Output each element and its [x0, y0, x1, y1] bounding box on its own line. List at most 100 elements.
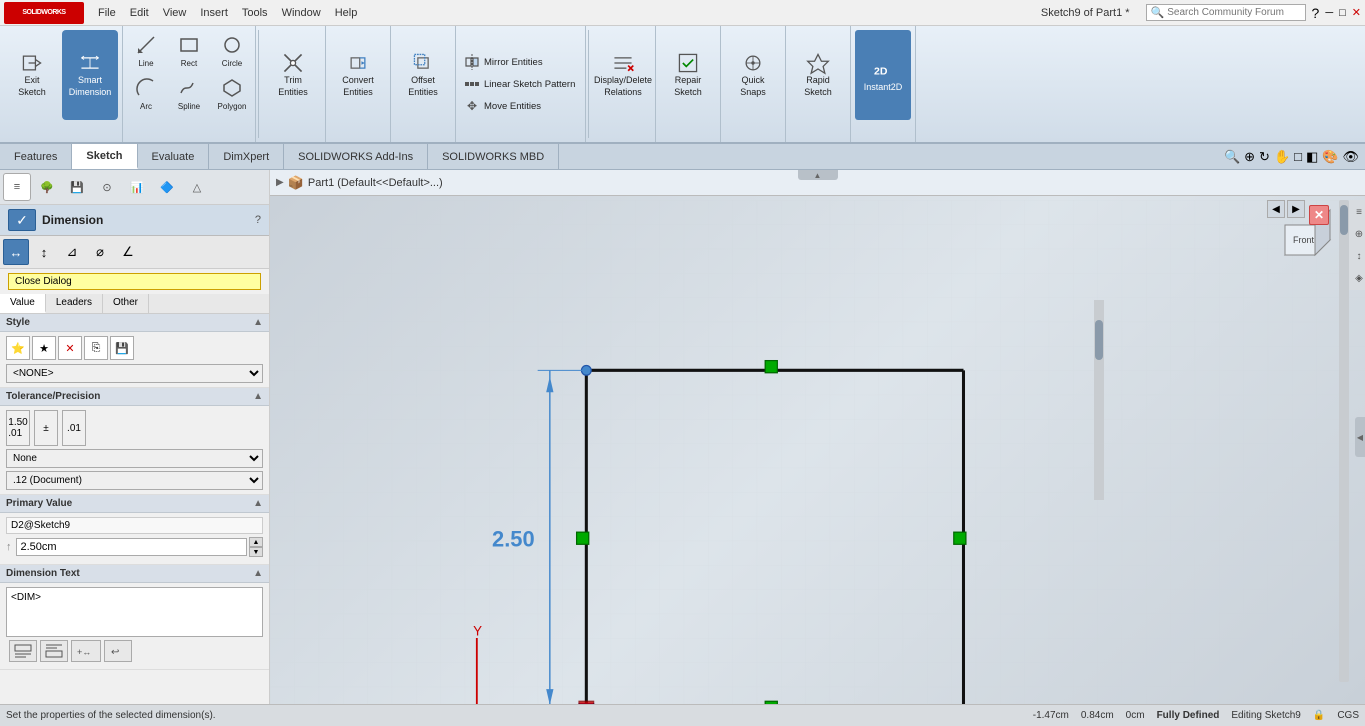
spin-up-button[interactable]: ▲ — [249, 537, 263, 547]
dimension-help-button[interactable]: ? — [255, 214, 261, 226]
style-btn-copy[interactable]: ⎘ — [84, 336, 108, 360]
search-input[interactable] — [1167, 7, 1287, 18]
trim-entities-button[interactable]: TrimEntities — [265, 30, 321, 120]
primary-value-section-header[interactable]: Primary Value ▲ — [0, 495, 269, 513]
style-dropdown[interactable]: <NONE> — [6, 364, 263, 383]
view-options-btn[interactable]: ≡ — [1349, 202, 1365, 222]
precision-dropdown[interactable]: .12 (Document) — [6, 471, 263, 490]
tolerance-section-header[interactable]: Tolerance/Precision ▲ — [0, 388, 269, 406]
canvas-nav-right[interactable]: ▶ — [1287, 200, 1305, 218]
tolerance-section-content: 1.50.01 ± .01 None .12 (Document) — [0, 406, 269, 495]
panel-tab-list[interactable]: ≡ — [3, 173, 31, 201]
dim-tab-other[interactable]: Other — [103, 294, 149, 313]
exit-sketch-button[interactable]: ExitSketch — [4, 30, 60, 120]
quick-snaps-button[interactable]: QuickSnaps — [725, 30, 781, 120]
close-dialog-button[interactable]: Close Dialog — [8, 273, 261, 290]
dim-tool-btn-2[interactable]: ↕ — [31, 239, 57, 265]
style-btn-1[interactable]: ⭐ — [6, 336, 30, 360]
menu-edit[interactable]: Edit — [124, 5, 155, 21]
dim-text-btn-1[interactable] — [9, 640, 37, 662]
menu-insert[interactable]: Insert — [194, 5, 234, 21]
panel-tab-save[interactable]: 💾 — [63, 173, 91, 201]
menu-window[interactable]: Window — [276, 5, 327, 21]
tab-mbd[interactable]: SOLIDWORKS MBD — [428, 144, 559, 169]
menu-help[interactable]: Help — [329, 5, 364, 21]
style-section-header[interactable]: Style ▲ — [0, 314, 269, 332]
spline-tool-button[interactable]: Spline — [168, 73, 210, 115]
instant2d-button[interactable]: 2D Instant2D — [855, 30, 911, 120]
search-box[interactable]: 🔍 — [1146, 4, 1306, 21]
menu-tools[interactable]: Tools — [236, 5, 274, 21]
view-orient-icon[interactable]: 🔍 — [1224, 149, 1240, 165]
dim-tool-btn-5[interactable]: ∠ — [115, 239, 141, 265]
display-style-icon[interactable]: □ — [1294, 149, 1302, 164]
canvas-vscroll[interactable] — [1339, 200, 1349, 682]
tree-expand-arrow[interactable]: ▶ — [276, 177, 284, 188]
view-select-btn[interactable]: ◈ — [1349, 268, 1365, 288]
view-zoom-icon[interactable]: ⊕ — [1244, 149, 1255, 165]
polygon-tool-button[interactable]: Polygon — [211, 73, 253, 115]
panel-tab-tree[interactable]: 🌳 — [33, 173, 61, 201]
menu-file[interactable]: File — [92, 5, 122, 21]
canvas-nav-left[interactable]: ◀ — [1267, 200, 1285, 218]
menu-view[interactable]: View — [157, 5, 193, 21]
line-tool-button[interactable]: Line — [125, 30, 167, 72]
dim-text-btn-3[interactable]: +↔ — [71, 640, 101, 662]
move-entities-button[interactable]: ✥ Move Entities — [460, 96, 545, 116]
canvas-close-button[interactable]: ✕ — [1309, 205, 1329, 225]
panel-tab-extra1[interactable]: 🔷 — [153, 173, 181, 201]
dim-tool-btn-4[interactable]: ⌀ — [87, 239, 113, 265]
dim-tool-btn-1[interactable]: ↔ — [3, 239, 29, 265]
tolerance-icon-2: ± — [34, 410, 58, 446]
repair-sketch-button[interactable]: RepairSketch — [660, 30, 716, 120]
sketch-canvas[interactable]: X Y — [270, 200, 1365, 704]
tab-evaluate[interactable]: Evaluate — [138, 144, 210, 169]
smart-dimension-button[interactable]: SmartDimension — [62, 30, 118, 120]
style-btn-add[interactable]: ★ — [32, 336, 56, 360]
tab-sketch[interactable]: Sketch — [72, 144, 137, 169]
tab-addins[interactable]: SOLIDWORKS Add-Ins — [284, 144, 428, 169]
circle-tool-button[interactable]: Circle — [211, 30, 253, 72]
display-delete-button[interactable]: Display/DeleteRelations — [595, 30, 651, 120]
tab-features[interactable]: Features — [0, 144, 72, 169]
view-zoom-fit-btn[interactable]: ⊕ — [1349, 224, 1365, 244]
panel-tab-target[interactable]: ⊙ — [93, 173, 121, 201]
tab-dimxpert[interactable]: DimXpert — [209, 144, 284, 169]
mirror-entities-button[interactable]: Mirror Entities — [460, 52, 547, 72]
offset-entities-button[interactable]: OffsetEntities — [395, 30, 451, 120]
maximize-btn[interactable]: □ — [1339, 7, 1346, 19]
dim-text-btn-2[interactable] — [40, 640, 68, 662]
style-btn-delete[interactable]: ✕ — [58, 336, 82, 360]
dim-tab-value[interactable]: Value — [0, 294, 46, 313]
hide-show-icon[interactable]: 👁 — [1342, 149, 1359, 165]
view-pan-icon[interactable]: ✋ — [1274, 149, 1290, 165]
offset-entities-icon — [411, 51, 435, 75]
dim-text-section-header[interactable]: Dimension Text ▲ — [0, 565, 269, 583]
top-collapse-button[interactable]: ▲ — [798, 170, 838, 180]
dim-text-area[interactable]: <DIM> — [6, 587, 263, 637]
spin-down-button[interactable]: ▼ — [249, 547, 263, 557]
convert-entities-button[interactable]: ConvertEntities — [330, 30, 386, 120]
dim-tool-btn-3[interactable]: ⊿ — [59, 239, 85, 265]
dim-tab-leaders[interactable]: Leaders — [46, 294, 103, 313]
panel-tab-extra2[interactable]: △ — [183, 173, 211, 201]
tolerance-dropdown[interactable]: None — [6, 449, 263, 468]
arc-tool-button[interactable]: Arc — [125, 73, 167, 115]
dimension-accept-button[interactable]: ✓ — [8, 209, 36, 231]
primary-value-input[interactable] — [16, 538, 248, 556]
section-view-icon[interactable]: ◧ — [1306, 149, 1318, 165]
panel-tab-chart[interactable]: 📊 — [123, 173, 151, 201]
help-icon[interactable]: ? — [1312, 5, 1320, 21]
canvas-vscroll-thumb[interactable] — [1340, 205, 1348, 235]
right-collapse-button[interactable]: ◀ — [1355, 417, 1365, 457]
minimize-btn[interactable]: ─ — [1325, 7, 1333, 19]
rect-tool-button[interactable]: Rect — [168, 30, 210, 72]
close-btn[interactable]: ✕ — [1352, 6, 1361, 19]
view-rotate-icon[interactable]: ↻ — [1259, 149, 1270, 165]
appearance-icon[interactable]: 🎨 — [1322, 149, 1338, 165]
style-btn-save[interactable]: 💾 — [110, 336, 134, 360]
linear-pattern-button[interactable]: Linear Sketch Pattern — [460, 74, 579, 94]
rapid-sketch-button[interactable]: RapidSketch — [790, 30, 846, 120]
dim-text-btn-4[interactable]: ↩ — [104, 640, 132, 662]
view-pan-btn[interactable]: ↕ — [1349, 246, 1365, 266]
